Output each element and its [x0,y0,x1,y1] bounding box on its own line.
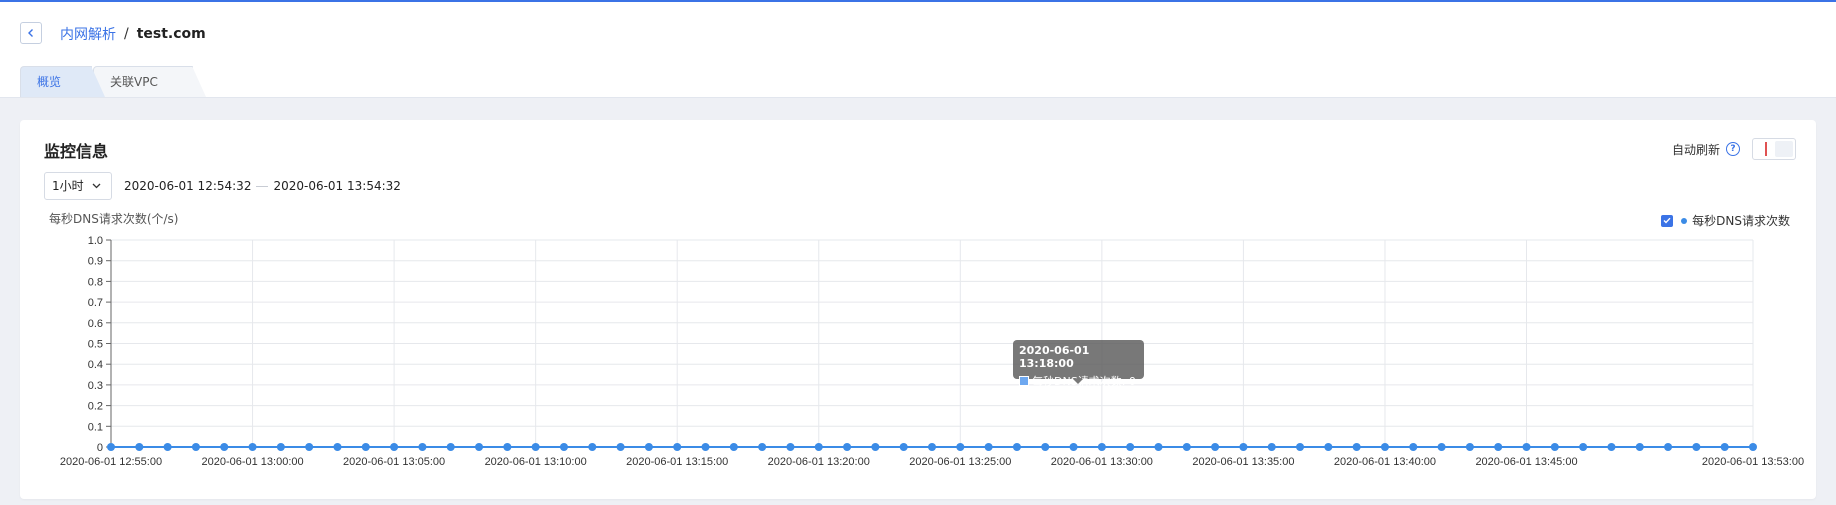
data-point [1352,443,1361,451]
breadcrumb: 内网解析 / test.com [60,24,206,44]
data-point [588,443,597,451]
data-point [475,443,484,451]
data-point [729,443,738,451]
data-point [701,443,710,451]
back-button[interactable] [20,22,42,44]
data-point [1097,443,1106,451]
x-tick-label: 2020-06-01 13:35:00 [1192,456,1294,468]
data-point [1211,443,1220,451]
line-chart: 0 0.1 0.2 0.3 0.4 0.5 0.6 0.7 0.8 0.9 1.0 2020-06-0… [60,235,1804,468]
data-point [1664,443,1673,451]
data-point [871,443,880,451]
tooltip-value: 0 [1128,374,1136,388]
data-point [1692,443,1701,451]
y-tick-label: 0.2 [88,401,103,413]
y-tick-label: 1.0 [88,235,103,247]
x-tick-label: 2020-06-01 12:55:00 [60,456,162,468]
y-tick-label: 0.8 [88,276,103,288]
chart-tooltip: 2020-06-01 13:18:00 每秒DNS请求次数 : 0 [1013,340,1144,388]
y-tick-label: 0 [97,442,103,454]
data-point [899,443,908,451]
data-point [503,443,512,451]
tooltip-colon: : [1121,374,1129,388]
y-tick-label: 0.4 [88,359,103,371]
y-tick-label: 0.7 [88,297,103,309]
data-point [559,443,568,451]
data-point [1012,443,1021,451]
x-tick-label: 2020-06-01 13:30:00 [1051,456,1153,468]
data-point [163,443,172,451]
data-point [616,443,625,451]
x-tick-label: 2020-06-01 13:40:00 [1334,456,1436,468]
breadcrumb-parent-link[interactable]: 内网解析 [60,24,116,44]
y-tick-label: 0.6 [88,318,103,330]
data-point [1324,443,1333,451]
data-point [107,443,115,451]
data-point [1041,443,1050,451]
data-point [135,443,144,451]
data-point [531,443,540,451]
x-tick-label: 2020-06-01 13:25:00 [909,456,1011,468]
data-point [191,443,200,451]
data-point [928,443,936,451]
data-point [1182,443,1191,451]
data-point [984,443,993,451]
x-tick-label: 2020-06-01 13:05:00 [343,456,445,468]
tooltip-time: 2020-06-01 13:18:00 [1019,344,1090,370]
data-point [1579,443,1588,451]
tab-overview[interactable]: 概览 [20,66,105,97]
data-point [276,443,285,451]
data-point [1720,443,1729,451]
data-point [1154,443,1163,451]
x-tick-label: 2020-06-01 13:20:00 [768,456,870,468]
x-tick-label: 2020-06-01 13:10:00 [485,456,587,468]
breadcrumb-separator: / [124,26,129,42]
y-tick-label: 0.9 [88,256,103,268]
x-tick-label: 2020-06-01 13:00:00 [201,456,303,468]
data-point [1550,443,1559,451]
data-point [843,443,852,451]
data-point [220,443,229,451]
data-point [956,443,965,451]
data-point [390,443,399,451]
data-point [1494,443,1503,451]
page-header: 内网解析 / test.com 概览 关联VPC [0,2,1836,98]
data-point [1380,443,1389,451]
monitor-card: 监控信息 自动刷新 ? 1小时 2020-06-01 12:54:32 2020… [20,120,1816,499]
data-point [1069,443,1078,451]
data-point [305,443,314,451]
data-point [1437,443,1446,451]
data-point [758,443,767,451]
data-point [1607,443,1616,451]
data-point [1749,443,1757,451]
data-point [814,443,823,451]
data-point [786,443,795,451]
data-point [446,443,455,451]
y-tick-label: 0.5 [88,339,103,351]
tooltip-arrow [1073,379,1083,384]
y-tick-label: 0.3 [88,380,103,392]
data-point [673,443,682,451]
x-tick-label: 2020-06-01 13:15:00 [626,456,728,468]
data-point [1635,443,1644,451]
data-point [1465,443,1474,451]
x-tick-label: 2020-06-01 13:53:00 [1702,456,1804,468]
data-point [333,443,342,451]
data-point [1409,443,1418,451]
x-tick-label: 2020-06-01 13:45:00 [1475,456,1577,468]
y-tick-label: 0.1 [88,421,103,433]
breadcrumb-current: test.com [136,26,206,42]
data-point [1126,443,1135,451]
data-point [361,443,370,451]
data-point [1239,443,1248,451]
data-point [418,443,427,451]
data-point [1296,443,1305,451]
data-point [248,443,257,451]
data-point [1267,443,1276,451]
tab-associated-vpc[interactable]: 关联VPC [93,66,206,97]
chevron-left-icon [28,29,33,37]
tooltip-series-swatch [1019,376,1029,386]
data-point [1522,443,1531,451]
data-point [644,443,653,451]
